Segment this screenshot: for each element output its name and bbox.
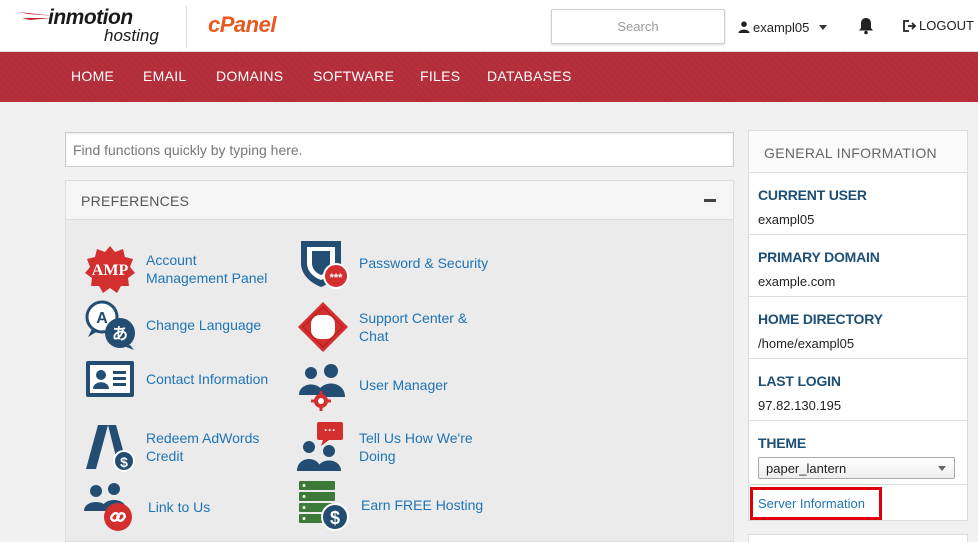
next-panel-edge bbox=[748, 534, 968, 542]
item-redeem-adwords-credit[interactable]: $ Redeem AdWords Credit bbox=[84, 421, 266, 473]
item-contact-information[interactable]: Contact Information bbox=[84, 353, 268, 405]
username-label: exampl05 bbox=[753, 19, 810, 35]
theme-label: THEME bbox=[758, 435, 807, 451]
link-user-icon bbox=[84, 483, 132, 531]
server-information-link[interactable]: Server Information bbox=[750, 487, 882, 520]
svg-text:AMP: AMP bbox=[92, 262, 129, 279]
last-login-value: 97.82.130.195 bbox=[758, 398, 842, 413]
nav-files[interactable]: FILES bbox=[420, 68, 460, 84]
svg-text:あ: あ bbox=[112, 324, 128, 343]
preferences-panel: PREFERENCES AMP Account Management Panel… bbox=[65, 180, 734, 542]
nav-home[interactable]: HOME bbox=[71, 68, 114, 84]
bell-icon[interactable] bbox=[858, 17, 874, 35]
theme-select-value: paper_lantern bbox=[766, 461, 847, 476]
logout-label: LOGOUT bbox=[919, 18, 974, 33]
item-label: Tell Us How We're Doing bbox=[359, 430, 473, 464]
lifebuoy-icon bbox=[298, 302, 348, 352]
home-directory-label: HOME DIRECTORY bbox=[758, 311, 883, 327]
cpanel-logo[interactable]: cPanel bbox=[208, 12, 276, 38]
adwords-icon: $ bbox=[86, 425, 135, 472]
current-user-value: exampl05 bbox=[758, 212, 815, 227]
item-support-center-chat[interactable]: Support Center & Chat bbox=[297, 301, 479, 353]
item-label: Redeem AdWords Credit bbox=[146, 430, 260, 464]
item-label: Account Management Panel bbox=[146, 252, 268, 286]
language-icon: A あ bbox=[85, 300, 135, 350]
main-nav: HOME EMAIL DOMAINS SOFTWARE FILES DATABA… bbox=[0, 52, 978, 102]
last-login-label: LAST LOGIN bbox=[758, 373, 841, 389]
home-directory-value: /home/exampl05 bbox=[758, 336, 855, 351]
svg-text:···: ··· bbox=[324, 423, 336, 437]
svg-text:***: *** bbox=[330, 272, 344, 284]
amp-badge-icon: AMP bbox=[85, 246, 135, 293]
item-label: Contact Information bbox=[146, 371, 269, 387]
nav-email[interactable]: EMAIL bbox=[143, 68, 187, 84]
chevron-down-icon bbox=[938, 466, 946, 471]
collapse-icon[interactable] bbox=[704, 199, 716, 202]
search-input[interactable] bbox=[551, 9, 725, 44]
inmotion-logo[interactable]: inmotion hosting bbox=[18, 6, 168, 46]
nav-databases[interactable]: DATABASES bbox=[487, 68, 572, 84]
item-label: Password & Security bbox=[359, 255, 489, 271]
server-dollar-icon: $ bbox=[299, 481, 349, 531]
feedback-icon: ··· bbox=[297, 422, 343, 471]
user-icon bbox=[738, 21, 750, 33]
item-label: User Manager bbox=[359, 377, 448, 393]
item-tell-us-how-were-doing[interactable]: ··· Tell Us How We're Doing bbox=[297, 421, 489, 473]
users-gear-icon bbox=[299, 364, 345, 411]
logout-button[interactable]: LOGOUT bbox=[903, 18, 974, 33]
item-user-manager[interactable]: User Manager bbox=[297, 359, 448, 411]
shield-lock-icon: *** bbox=[301, 241, 349, 289]
nav-software[interactable]: SOFTWARE bbox=[313, 68, 394, 84]
item-link-to-us[interactable]: Link to Us bbox=[84, 481, 210, 533]
theme-section: THEME paper_lantern bbox=[749, 421, 967, 485]
item-account-management-panel[interactable]: AMP Account Management Panel bbox=[84, 243, 276, 295]
top-bar: inmotion hosting cPanel exampl05 LOGOUT bbox=[0, 0, 978, 52]
item-label: Link to Us bbox=[148, 499, 211, 515]
general-information-panel: GENERAL INFORMATION CURRENT USER exampl0… bbox=[748, 130, 968, 521]
item-label: Change Language bbox=[146, 317, 262, 333]
current-user-label: CURRENT USER bbox=[758, 187, 867, 203]
function-search-input[interactable] bbox=[65, 132, 734, 167]
chevron-down-icon bbox=[819, 24, 828, 30]
current-user-section: CURRENT USER exampl05 bbox=[749, 173, 967, 235]
theme-select[interactable]: paper_lantern bbox=[758, 457, 955, 479]
user-menu[interactable]: exampl05 bbox=[738, 18, 828, 36]
logo-divider bbox=[186, 6, 187, 48]
svg-text:A: A bbox=[96, 310, 108, 327]
nav-domains[interactable]: DOMAINS bbox=[216, 68, 283, 84]
primary-domain-value: example.com bbox=[758, 274, 836, 289]
primary-domain-label: PRIMARY DOMAIN bbox=[758, 249, 880, 265]
item-label: Earn FREE Hosting bbox=[361, 497, 484, 513]
item-label: Support Center & Chat bbox=[359, 310, 468, 344]
last-login-section: LAST LOGIN 97.82.130.195 bbox=[749, 359, 967, 421]
svg-text:$: $ bbox=[120, 454, 128, 470]
item-change-language[interactable]: A あ Change Language bbox=[84, 299, 261, 351]
svg-text:$: $ bbox=[330, 508, 340, 528]
preferences-header[interactable]: PREFERENCES bbox=[66, 181, 733, 220]
home-directory-section: HOME DIRECTORY /home/exampl05 bbox=[749, 297, 967, 359]
contact-card-icon bbox=[86, 361, 134, 397]
brand-line-2: hosting bbox=[104, 26, 159, 45]
preferences-title: PREFERENCES bbox=[81, 193, 190, 209]
item-password-security[interactable]: *** Password & Security bbox=[297, 237, 488, 289]
general-information-header: GENERAL INFORMATION bbox=[749, 131, 967, 173]
primary-domain-section: PRIMARY DOMAIN example.com bbox=[749, 235, 967, 297]
logout-icon bbox=[903, 19, 917, 32]
item-earn-free-hosting[interactable]: $ Earn FREE Hosting bbox=[297, 479, 483, 531]
general-information-title: GENERAL INFORMATION bbox=[764, 145, 937, 161]
